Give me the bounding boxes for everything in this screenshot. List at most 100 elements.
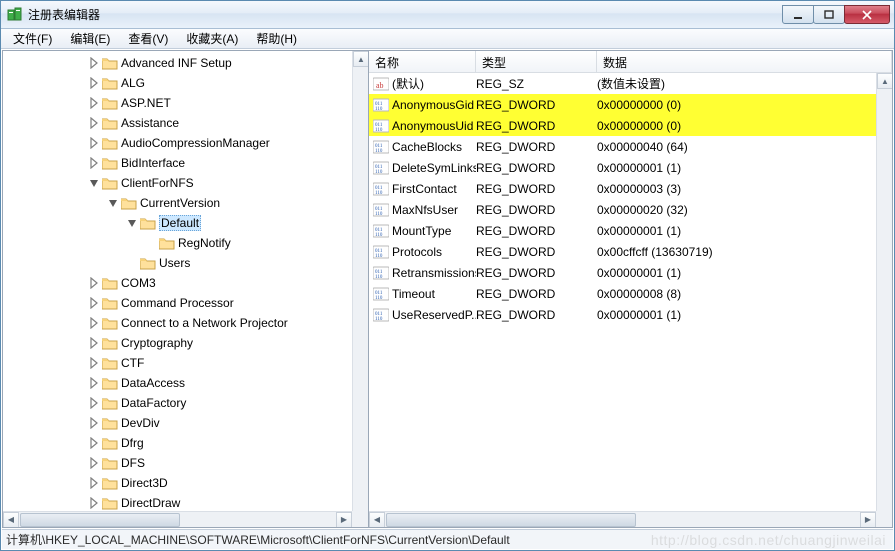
- expander-none: [125, 256, 139, 270]
- expander-open-icon[interactable]: [106, 196, 120, 210]
- expander-closed-icon[interactable]: [87, 136, 101, 150]
- tree-item[interactable]: AudioCompressionManager: [3, 133, 352, 153]
- tree-item[interactable]: BidInterface: [3, 153, 352, 173]
- registry-tree[interactable]: Advanced INF SetupALGASP.NET Assistance Au…: [3, 51, 352, 511]
- tree-item[interactable]: Advanced INF Setup: [3, 53, 352, 73]
- scroll-right-icon[interactable]: ▶: [860, 512, 876, 528]
- tree-item[interactable]: CTF: [3, 353, 352, 373]
- tree-item[interactable]: DataFactory: [3, 393, 352, 413]
- expander-closed-icon[interactable]: [87, 456, 101, 470]
- tree-item[interactable]: CurrentVersion: [3, 193, 352, 213]
- app-icon: [7, 7, 23, 23]
- scroll-left-icon[interactable]: ◀: [3, 512, 19, 528]
- list-row[interactable]: MountTypeREG_DWORD0x00000001 (1): [369, 220, 876, 241]
- tree-item-label: Users: [159, 256, 190, 270]
- menu-view[interactable]: 查看(V): [120, 29, 176, 48]
- value-data: 0x00000040 (64): [597, 140, 876, 154]
- tree-item-label: Assistance: [121, 116, 179, 130]
- close-button[interactable]: [844, 5, 890, 24]
- tree-horizontal-scrollbar[interactable]: ◀ ▶: [3, 511, 352, 527]
- expander-open-icon[interactable]: [87, 176, 101, 190]
- tree-item[interactable]: Direct3D: [3, 473, 352, 493]
- value-name: MountType: [392, 224, 451, 238]
- tree-item[interactable]: Dfrg: [3, 433, 352, 453]
- list-row[interactable]: AnonymousGidREG_DWORD0x00000000 (0): [369, 94, 876, 115]
- tree-item[interactable]: Connect to a Network Projector: [3, 313, 352, 333]
- tree-item[interactable]: COM3: [3, 273, 352, 293]
- value-type: REG_DWORD: [476, 119, 597, 133]
- menu-help[interactable]: 帮助(H): [248, 29, 305, 48]
- expander-closed-icon[interactable]: [87, 356, 101, 370]
- list-horizontal-scrollbar[interactable]: ◀ ▶: [369, 511, 876, 527]
- list-row[interactable]: DeleteSymLinksREG_DWORD0x00000001 (1): [369, 157, 876, 178]
- tree-item[interactable]: Assistance: [3, 113, 352, 133]
- menu-favorites[interactable]: 收藏夹(A): [178, 29, 246, 48]
- tree-item-label: Dfrg: [121, 436, 144, 450]
- scroll-left-icon[interactable]: ◀: [369, 512, 385, 528]
- tree-item[interactable]: Users: [3, 253, 352, 273]
- regvalue-dword-icon: [373, 202, 389, 218]
- tree-item-label: ClientForNFS: [121, 176, 194, 190]
- expander-closed-icon[interactable]: [87, 476, 101, 490]
- tree-item[interactable]: DataAccess: [3, 373, 352, 393]
- menu-edit[interactable]: 编辑(E): [62, 29, 118, 48]
- expander-closed-icon[interactable]: [87, 336, 101, 350]
- tree-item[interactable]: DFS: [3, 453, 352, 473]
- tree-item[interactable]: ASP.NET: [3, 93, 352, 113]
- list-row[interactable]: MaxNfsUserREG_DWORD0x00000020 (32): [369, 199, 876, 220]
- expander-closed-icon[interactable]: [87, 296, 101, 310]
- column-header-type[interactable]: 类型: [476, 51, 597, 72]
- tree-item[interactable]: RegNotify: [3, 233, 352, 253]
- column-header-name[interactable]: 名称: [369, 51, 476, 72]
- tree-vertical-scrollbar[interactable]: ▲: [352, 51, 368, 511]
- value-data: (数值未设置): [597, 75, 876, 92]
- tree-item[interactable]: ALG: [3, 73, 352, 93]
- list-row[interactable]: FirstContactREG_DWORD0x00000003 (3): [369, 178, 876, 199]
- tree-item-label: CurrentVersion: [140, 196, 220, 210]
- list-row[interactable]: UseReservedP...REG_DWORD0x00000001 (1): [369, 304, 876, 325]
- tree-item[interactable]: Command Processor: [3, 293, 352, 313]
- expander-closed-icon[interactable]: [87, 436, 101, 450]
- tree-item[interactable]: ClientForNFS: [3, 173, 352, 193]
- scroll-right-icon[interactable]: ▶: [336, 512, 352, 528]
- tree-item[interactable]: DirectDraw: [3, 493, 352, 511]
- tree-item-label: DevDiv: [121, 416, 160, 430]
- expander-closed-icon[interactable]: [87, 76, 101, 90]
- expander-open-icon[interactable]: [125, 216, 139, 230]
- folder-icon: [102, 76, 118, 90]
- list-row[interactable]: RetransmissionsREG_DWORD0x00000001 (1): [369, 262, 876, 283]
- expander-closed-icon[interactable]: [87, 416, 101, 430]
- expander-closed-icon[interactable]: [87, 316, 101, 330]
- tree-item[interactable]: DevDiv: [3, 413, 352, 433]
- status-path: 计算机\HKEY_LOCAL_MACHINE\SOFTWARE\Microsof…: [6, 531, 510, 548]
- tree-item-label: DataAccess: [121, 376, 185, 390]
- folder-icon: [102, 116, 118, 130]
- scroll-up-icon[interactable]: ▲: [877, 73, 892, 89]
- values-list[interactable]: (默认)REG_SZ(数值未设置)AnonymousGidREG_DWORD0x…: [369, 73, 876, 511]
- expander-closed-icon[interactable]: [87, 156, 101, 170]
- tree-item[interactable]: Cryptography: [3, 333, 352, 353]
- expander-closed-icon[interactable]: [87, 96, 101, 110]
- value-name: (默认): [392, 75, 424, 92]
- menu-file[interactable]: 文件(F): [5, 29, 60, 48]
- window-buttons: [783, 5, 890, 24]
- expander-closed-icon[interactable]: [87, 496, 101, 510]
- regvalue-dword-icon: [373, 139, 389, 155]
- scroll-up-icon[interactable]: ▲: [353, 51, 369, 67]
- column-header-data[interactable]: 数据: [597, 51, 892, 72]
- expander-closed-icon[interactable]: [87, 116, 101, 130]
- list-row[interactable]: TimeoutREG_DWORD0x00000008 (8): [369, 283, 876, 304]
- list-row[interactable]: ProtocolsREG_DWORD0x00cffcff (13630719): [369, 241, 876, 262]
- list-row[interactable]: AnonymousUidREG_DWORD0x00000000 (0): [369, 115, 876, 136]
- list-vertical-scrollbar[interactable]: ▲: [876, 73, 892, 511]
- expander-closed-icon[interactable]: [87, 396, 101, 410]
- folder-icon: [102, 476, 118, 490]
- expander-closed-icon[interactable]: [87, 56, 101, 70]
- tree-item[interactable]: Default: [3, 213, 352, 233]
- minimize-button[interactable]: [782, 5, 814, 24]
- list-row[interactable]: CacheBlocksREG_DWORD0x00000040 (64): [369, 136, 876, 157]
- expander-closed-icon[interactable]: [87, 376, 101, 390]
- list-row[interactable]: (默认)REG_SZ(数值未设置): [369, 73, 876, 94]
- expander-closed-icon[interactable]: [87, 276, 101, 290]
- maximize-button[interactable]: [813, 5, 845, 24]
